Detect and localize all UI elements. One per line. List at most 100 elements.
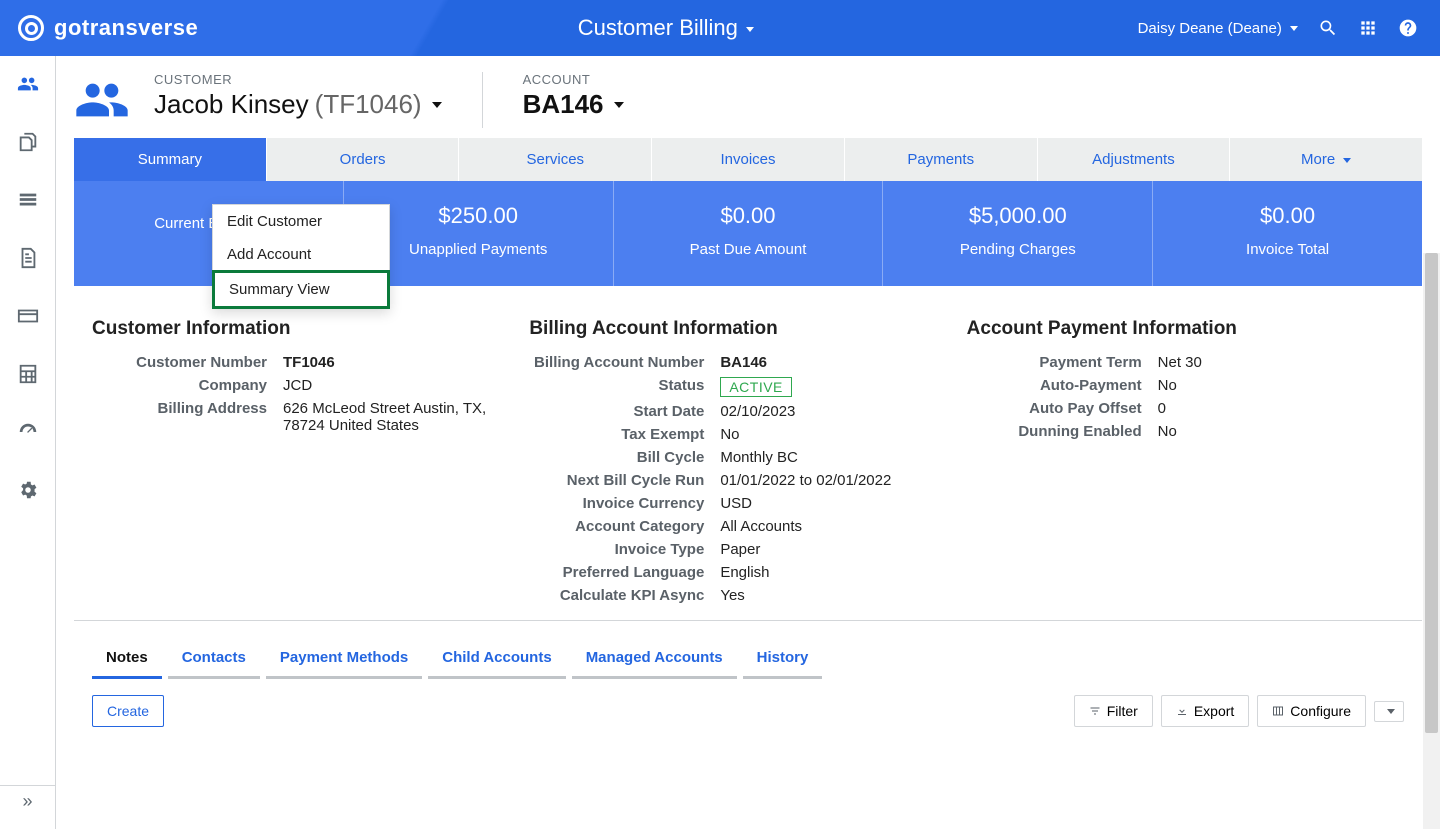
tab-orders[interactable]: Orders (267, 138, 460, 181)
field-label: Auto Pay Offset (967, 400, 1142, 417)
subtab-child-accounts[interactable]: Child Accounts (428, 649, 565, 679)
field-value: 02/10/2023 (720, 403, 966, 420)
create-button[interactable]: Create (92, 695, 164, 727)
field-label: Bill Cycle (529, 449, 704, 466)
customer-block: CUSTOMER Jacob Kinsey (TF1046) (154, 72, 442, 120)
field-label: Next Bill Cycle Run (529, 472, 704, 489)
main-content: CUSTOMER Jacob Kinsey (TF1046) ACCOUNT B… (56, 56, 1440, 829)
field-value: No (1158, 377, 1404, 394)
layout: » CUSTOMER Jacob Kinsey (TF1046) (0, 56, 1440, 829)
subtab-payment-methods[interactable]: Payment Methods (266, 649, 422, 679)
brand[interactable]: gotransverse (0, 15, 216, 41)
metric-value: $0.00 (1153, 203, 1422, 229)
columns-icon (1272, 705, 1284, 717)
field-value: ACTIVE (720, 377, 966, 397)
sidebar-card-icon[interactable] (16, 304, 40, 328)
menu-add-account[interactable]: Add Account (213, 238, 389, 271)
module-title: Customer Billing (578, 15, 738, 40)
account-label: ACCOUNT (523, 72, 624, 87)
caret-down-icon (1387, 709, 1395, 714)
field-label: Customer Number (92, 354, 267, 371)
module-switcher[interactable]: Customer Billing (216, 15, 1115, 41)
customer-number: (TF1046) (315, 89, 422, 120)
export-button[interactable]: Export (1161, 695, 1249, 727)
field-value: TF1046 (283, 354, 529, 371)
sidebar-document-icon[interactable] (16, 246, 40, 270)
sidebar-stack-icon[interactable] (16, 188, 40, 212)
metric-label: Past Due Amount (614, 241, 883, 258)
help-icon[interactable] (1398, 18, 1418, 38)
tab-summary[interactable]: Summary (74, 138, 267, 181)
menu-summary-view[interactable]: Summary View (212, 270, 390, 309)
notes-toolbar: Create Filter Export Configure (74, 679, 1422, 727)
subtab-contacts[interactable]: Contacts (168, 649, 260, 679)
field-value: Paper (720, 541, 966, 558)
field-value: All Accounts (720, 518, 966, 535)
user-name: Daisy Deane (Deane) (1138, 20, 1282, 37)
apps-icon[interactable] (1358, 18, 1378, 38)
field-label: Status (529, 377, 704, 397)
tab-payments[interactable]: Payments (845, 138, 1038, 181)
subtab-notes[interactable]: Notes (92, 649, 162, 679)
field-label: Account Category (529, 518, 704, 535)
account-switcher[interactable]: BA146 (523, 89, 624, 120)
caret-down-icon (1343, 158, 1351, 163)
account-block: ACCOUNT BA146 (523, 72, 624, 120)
configure-label: Configure (1290, 703, 1351, 719)
sub-tabs: Notes Contacts Payment Methods Child Acc… (74, 621, 1422, 679)
field-label: Tax Exempt (529, 426, 704, 443)
search-icon[interactable] (1318, 18, 1338, 38)
field-label: Payment Term (967, 354, 1142, 371)
tab-adjustments[interactable]: Adjustments (1038, 138, 1231, 181)
tab-services[interactable]: Services (459, 138, 652, 181)
section-title: Account Payment Information (967, 318, 1404, 340)
filter-button[interactable]: Filter (1074, 695, 1153, 727)
field-label: Billing Address (92, 400, 267, 434)
sidebar-calculator-icon[interactable] (16, 362, 40, 386)
field-value: Yes (720, 587, 966, 604)
customer-information: Customer Information Customer Number TF1… (92, 318, 529, 604)
field-value: JCD (283, 377, 529, 394)
filter-icon (1089, 705, 1101, 717)
caret-down-icon (1290, 26, 1298, 31)
configure-button[interactable]: Configure (1257, 695, 1366, 727)
menu-edit-customer[interactable]: Edit Customer (213, 205, 389, 238)
user-menu[interactable]: Daisy Deane (Deane) (1138, 20, 1298, 37)
sidebar-copy-icon[interactable] (16, 130, 40, 154)
sidebar-customers-icon[interactable] (16, 72, 40, 96)
customer-dropdown: Edit Customer Add Account Summary View (212, 204, 390, 309)
field-value: Monthly BC (720, 449, 966, 466)
download-icon (1176, 705, 1188, 717)
customer-label: CUSTOMER (154, 72, 442, 87)
metric-label: Pending Charges (883, 241, 1152, 258)
field-value: 0 (1158, 400, 1404, 417)
sidebar-dashboard-icon[interactable] (16, 420, 40, 444)
sidebar: » (0, 56, 56, 829)
scrollbar-thumb[interactable] (1425, 253, 1438, 733)
caret-down-icon (746, 27, 754, 32)
tab-invoices[interactable]: Invoices (652, 138, 845, 181)
customer-name: Jacob Kinsey (154, 89, 309, 120)
field-label: Invoice Currency (529, 495, 704, 512)
field-value: USD (720, 495, 966, 512)
subtab-managed-accounts[interactable]: Managed Accounts (572, 649, 737, 679)
caret-down-icon (614, 102, 624, 108)
sidebar-settings-icon[interactable] (16, 478, 40, 502)
more-actions-button[interactable] (1374, 701, 1404, 722)
account-payment-information: Account Payment Information Payment Term… (967, 318, 1404, 604)
tab-more[interactable]: More (1230, 138, 1422, 181)
export-label: Export (1194, 703, 1234, 719)
top-bar: gotransverse Customer Billing Daisy Dean… (0, 0, 1440, 56)
subtab-history[interactable]: History (743, 649, 823, 679)
header-separator (482, 72, 483, 128)
customer-switcher[interactable]: Jacob Kinsey (TF1046) (154, 89, 442, 120)
page-header: CUSTOMER Jacob Kinsey (TF1046) ACCOUNT B… (56, 72, 1440, 138)
filter-label: Filter (1107, 703, 1138, 719)
field-label: Start Date (529, 403, 704, 420)
customer-icon (74, 72, 130, 128)
field-label: Dunning Enabled (967, 423, 1142, 440)
scrollbar-track[interactable] (1423, 253, 1440, 829)
sidebar-expand[interactable]: » (0, 785, 56, 817)
field-value: 626 McLeod Street Austin, TX, 78724 Unit… (283, 400, 529, 434)
field-label: Company (92, 377, 267, 394)
